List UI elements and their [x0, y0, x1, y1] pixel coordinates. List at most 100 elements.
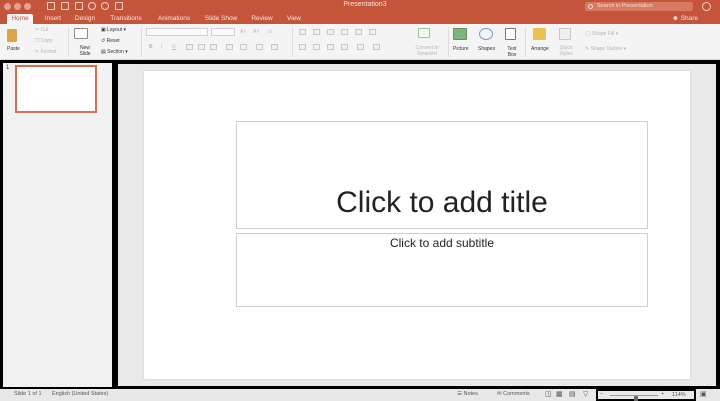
- highlight-icon[interactable]: [256, 44, 263, 50]
- slide-editor: Click to add title Click to add subtitle: [118, 64, 716, 386]
- shape-outline-button[interactable]: ✎ Shape Outline ▾: [585, 46, 626, 52]
- close-window-button[interactable]: [4, 3, 11, 10]
- bold-icon[interactable]: B: [149, 44, 153, 50]
- italic-icon[interactable]: I: [161, 44, 162, 50]
- ribbon-home: Paste ✂ Cut ❐ Copy ✎ Format New Slide ▣ …: [0, 24, 720, 60]
- convert-smartart-button[interactable]: Convert to SmartArt: [410, 45, 444, 57]
- title-placeholder[interactable]: Click to add title: [236, 121, 648, 229]
- picture-button[interactable]: Picture: [453, 46, 469, 52]
- format-painter-button[interactable]: ✎ Format: [35, 49, 56, 55]
- superscript-icon[interactable]: [198, 44, 205, 50]
- tab-design[interactable]: Design: [71, 14, 99, 24]
- change-case-icon[interactable]: [240, 44, 247, 50]
- font-name-dropdown[interactable]: [146, 28, 208, 36]
- font-color-icon[interactable]: [271, 44, 278, 50]
- sidebar-toggle-icon[interactable]: [47, 2, 55, 10]
- shape-fill-button[interactable]: ◯ Shape Fill ▾: [585, 31, 618, 37]
- layout-button[interactable]: ▣ Layout ▾: [101, 27, 126, 33]
- slide-canvas[interactable]: Click to add title Click to add subtitle: [144, 71, 690, 379]
- decrease-indent-icon[interactable]: [327, 29, 334, 35]
- comments-button[interactable]: ✉ Comments: [497, 391, 530, 397]
- increase-indent-icon[interactable]: [341, 29, 348, 35]
- search-input[interactable]: Search in Presentation: [585, 2, 693, 11]
- copy-button[interactable]: ❐ Copy: [35, 38, 53, 44]
- slideshow-qat-icon[interactable]: [115, 2, 123, 10]
- bullets-icon[interactable]: [299, 29, 306, 35]
- line-spacing-icon[interactable]: [355, 29, 362, 35]
- text-box-button[interactable]: Text Box: [505, 46, 519, 58]
- char-spacing-icon[interactable]: [226, 44, 233, 50]
- search-placeholder: Search in Presentation: [597, 3, 653, 9]
- slide-count: Slide 1 of 1: [14, 391, 42, 397]
- cut-button[interactable]: ✂ Cut: [35, 27, 48, 33]
- zoom-in-icon[interactable]: +: [661, 391, 664, 397]
- zoom-control: − + 114%: [596, 389, 696, 401]
- paste-button[interactable]: Paste: [7, 46, 20, 52]
- user-account-icon[interactable]: [702, 2, 711, 11]
- tab-home[interactable]: Home: [7, 14, 33, 24]
- arrange-button[interactable]: Arrange: [531, 46, 549, 52]
- undo-icon[interactable]: [88, 2, 96, 10]
- clear-formatting-icon[interactable]: ∅: [268, 29, 272, 35]
- section-button[interactable]: ▤ Section ▾: [101, 49, 128, 55]
- increase-font-size-icon[interactable]: A˄: [240, 29, 246, 35]
- align-center-icon[interactable]: [313, 44, 320, 50]
- font-size-dropdown[interactable]: [211, 28, 235, 36]
- tab-view[interactable]: View: [283, 14, 305, 24]
- tab-insert[interactable]: Insert: [40, 14, 66, 24]
- arrange-icon[interactable]: [533, 28, 546, 40]
- new-slide-icon[interactable]: [74, 28, 88, 39]
- print-icon[interactable]: [75, 2, 83, 10]
- align-text-icon[interactable]: [373, 44, 380, 50]
- tab-animations[interactable]: Animations: [153, 14, 195, 24]
- reset-button[interactable]: ↺ Reset: [101, 38, 120, 44]
- zoom-slider[interactable]: [610, 395, 658, 401]
- reading-view-icon[interactable]: ▤: [569, 390, 576, 398]
- new-slide-button[interactable]: New Slide: [78, 45, 92, 57]
- quick-styles-icon[interactable]: [559, 28, 571, 40]
- paint-bucket-icon: ◯: [585, 31, 592, 37]
- subtitle-placeholder[interactable]: Click to add subtitle: [236, 233, 648, 307]
- notes-button[interactable]: ☰ Notes: [457, 391, 478, 397]
- subtitle-placeholder-text: Click to add subtitle: [389, 236, 495, 250]
- minimize-window-button[interactable]: [14, 3, 21, 10]
- tab-slide-show[interactable]: Slide Show: [201, 14, 241, 24]
- text-direction-icon[interactable]: [357, 44, 364, 50]
- language-status[interactable]: English (United States): [52, 391, 108, 397]
- columns-icon[interactable]: [369, 29, 376, 35]
- strikethrough-icon[interactable]: [186, 44, 193, 50]
- tab-transitions[interactable]: Transitions: [105, 14, 147, 24]
- align-left-icon[interactable]: [299, 44, 306, 50]
- quick-styles-button[interactable]: Quick Styles: [557, 45, 575, 57]
- share-button[interactable]: ☻ Share: [672, 14, 698, 24]
- slideshow-view-icon[interactable]: ▽: [583, 390, 588, 398]
- fit-slide-icon[interactable]: ▣: [700, 390, 707, 398]
- subscript-icon[interactable]: [210, 44, 217, 50]
- zoom-slider-knob[interactable]: [634, 396, 639, 401]
- normal-view-icon[interactable]: ◫: [545, 390, 552, 398]
- save-icon[interactable]: [61, 2, 69, 10]
- redo-icon[interactable]: [101, 2, 109, 10]
- underline-icon[interactable]: U: [172, 44, 176, 50]
- text-box-icon[interactable]: [505, 28, 516, 40]
- title-placeholder-text: Click to add title: [336, 186, 548, 219]
- decrease-font-size-icon[interactable]: A˅: [253, 29, 259, 35]
- zoom-percent[interactable]: 114%: [672, 392, 686, 398]
- slide-sorter-icon[interactable]: ▦: [556, 390, 563, 398]
- shapes-icon[interactable]: [479, 28, 493, 40]
- zoom-out-icon[interactable]: −: [600, 391, 603, 397]
- title-bar: Presentation3 Search in Presentation: [0, 0, 720, 13]
- shapes-button[interactable]: Shapes: [478, 46, 495, 52]
- numbering-icon[interactable]: [313, 29, 320, 35]
- picture-icon[interactable]: [453, 28, 467, 40]
- zoom-window-button[interactable]: [24, 3, 31, 10]
- align-right-icon[interactable]: [327, 44, 334, 50]
- paste-icon[interactable]: [7, 29, 17, 42]
- window-title: Presentation3: [343, 1, 387, 8]
- smartart-icon[interactable]: [418, 28, 430, 38]
- share-icon: ☻: [672, 15, 681, 22]
- slide-thumbnail[interactable]: [15, 65, 97, 113]
- ribbon-tab-bar: Home Insert Design Transitions Animation…: [0, 13, 720, 24]
- tab-review[interactable]: Review: [248, 14, 276, 24]
- justify-icon[interactable]: [341, 44, 348, 50]
